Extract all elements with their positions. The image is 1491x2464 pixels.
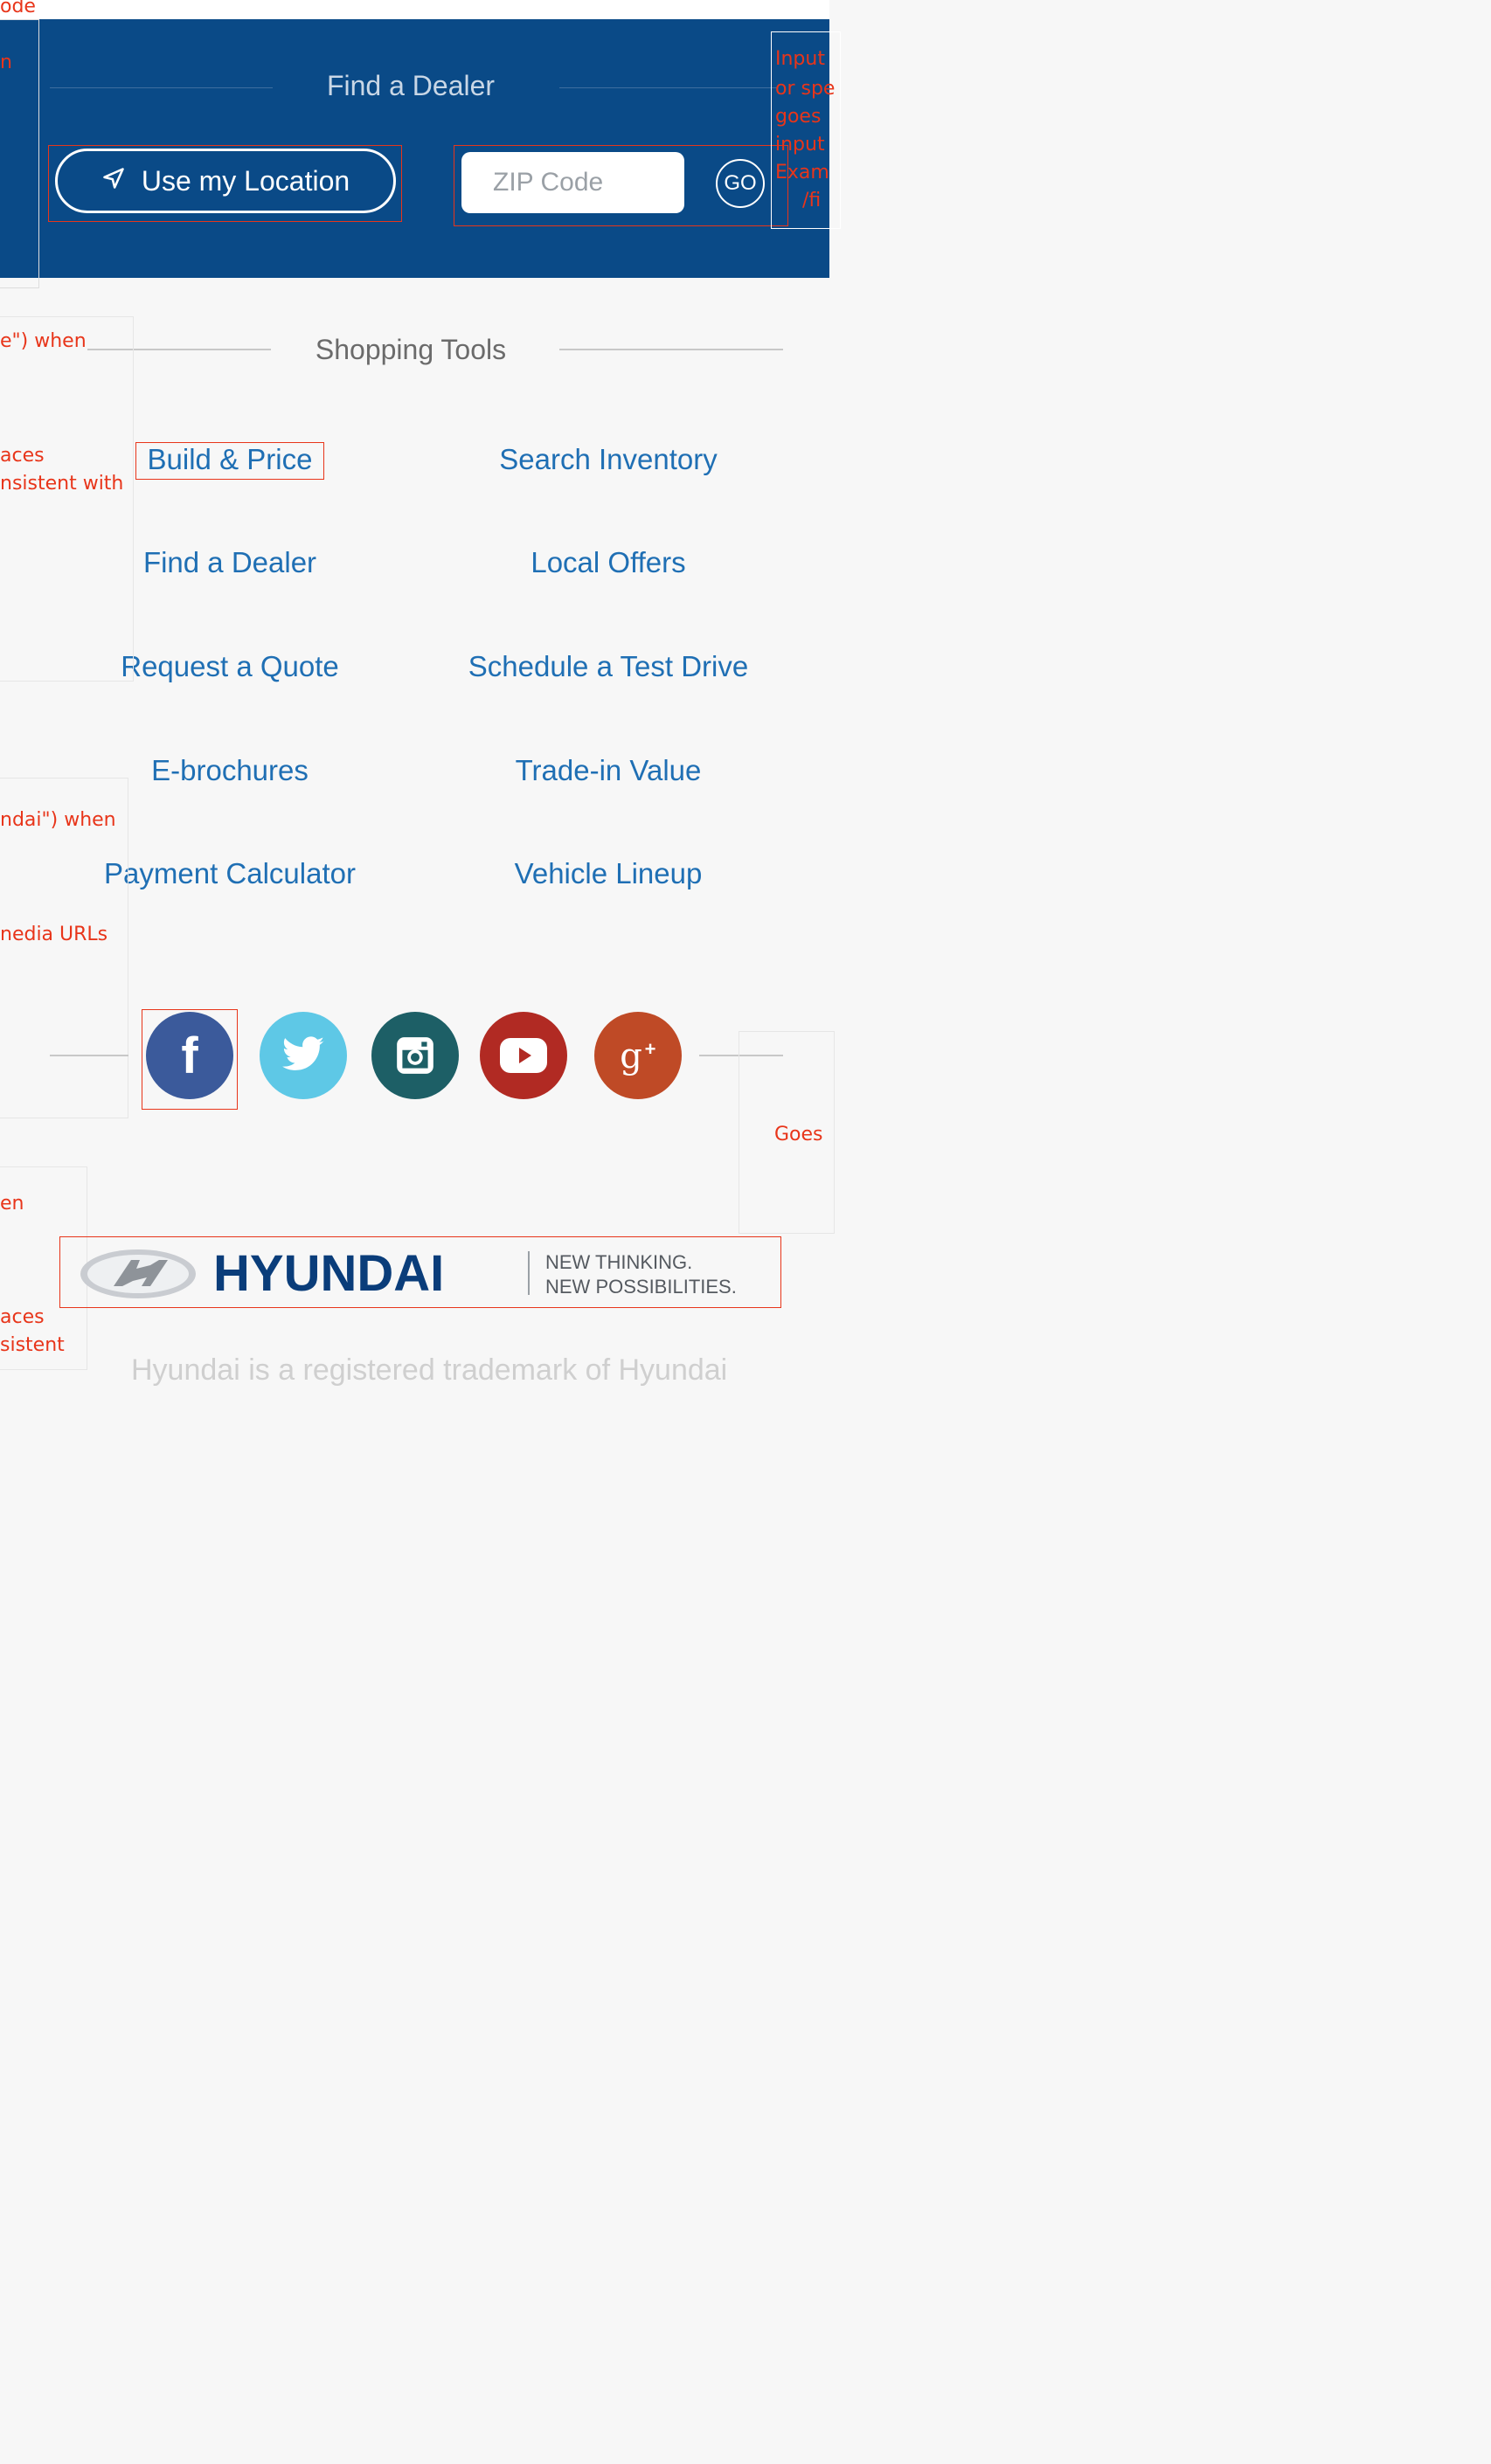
annotation-box xyxy=(454,145,788,226)
vehicle-lineup-link[interactable]: Vehicle Lineup xyxy=(425,856,792,891)
annotation-text: n xyxy=(0,52,12,73)
google-plus-icon: g + xyxy=(620,1036,656,1076)
svg-text:+: + xyxy=(645,1038,656,1060)
youtube-icon xyxy=(500,1038,547,1073)
divider-line xyxy=(559,349,783,350)
trade-in-value-link[interactable]: Trade-in Value xyxy=(425,753,792,788)
annotation-text: e") when xyxy=(0,330,87,352)
twitter-icon xyxy=(282,1036,324,1070)
twitter-link[interactable] xyxy=(260,1012,347,1099)
annotation-text: goes xyxy=(775,106,822,128)
annotation-text: ndai") when xyxy=(0,809,116,831)
annotation-text: ode xyxy=(0,0,36,17)
annotation-text: Goes xyxy=(774,1124,823,1145)
annotation-text: or spe xyxy=(775,78,836,100)
annotation-box xyxy=(0,316,134,682)
annotation-text: en xyxy=(0,1193,24,1215)
find-dealer-title: Find a Dealer xyxy=(326,70,496,101)
annotation-text: nsistent with xyxy=(0,473,124,495)
annotation-text: aces xyxy=(0,445,45,467)
svg-text:g: g xyxy=(620,1036,642,1076)
google-plus-link[interactable]: g + xyxy=(594,1012,682,1099)
annotation-box xyxy=(135,442,324,480)
search-inventory-link[interactable]: Search Inventory xyxy=(425,442,792,477)
annotation-box xyxy=(59,1236,781,1308)
local-offers-link[interactable]: Local Offers xyxy=(425,545,792,580)
annotation-text: Exam xyxy=(775,162,829,183)
top-strip xyxy=(0,0,829,19)
annotation-box xyxy=(48,145,402,222)
instagram-link[interactable] xyxy=(371,1012,459,1099)
annotation-text: nedia URLs xyxy=(0,924,108,945)
trademark-text: Hyundai is a registered trademark of Hyu… xyxy=(131,1353,728,1387)
divider-line xyxy=(50,1055,128,1056)
annotation-text: /fi xyxy=(802,190,822,211)
youtube-link[interactable] xyxy=(480,1012,567,1099)
instagram-icon xyxy=(397,1037,433,1074)
annotation-text: aces xyxy=(0,1306,45,1328)
divider-line xyxy=(559,87,778,88)
shopping-tools-title: Shopping Tools xyxy=(315,334,507,365)
divider-line xyxy=(50,87,273,88)
annotation-text: input xyxy=(775,134,825,156)
annotation-text: sistent xyxy=(0,1334,65,1356)
annotation-text: Input xyxy=(775,48,825,70)
schedule-test-drive-link[interactable]: Schedule a Test Drive xyxy=(425,649,792,684)
annotation-box xyxy=(142,1009,238,1110)
